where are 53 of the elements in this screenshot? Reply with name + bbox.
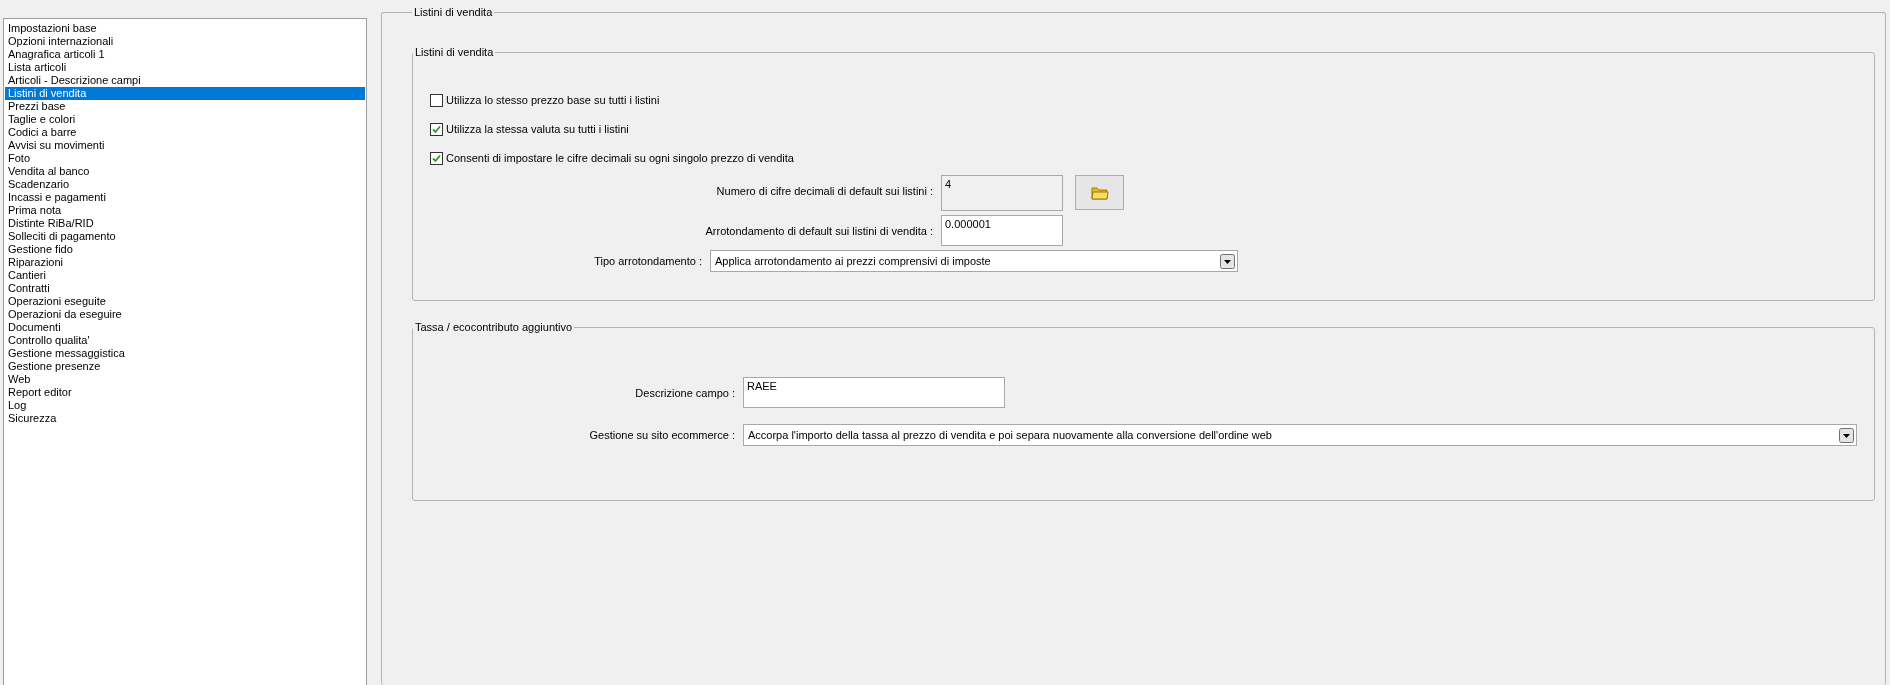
checkbox-label: Utilizza la stessa valuta su tutti i listini: [446, 123, 629, 135]
list-item[interactable]: Gestione messaggistica: [5, 347, 365, 360]
list-item[interactable]: Riparazioni: [5, 256, 365, 269]
group-title: Tassa / ecocontributo aggiuntivo: [414, 321, 574, 333]
field-label: Descrizione campo :: [634, 386, 735, 399]
list-item[interactable]: Gestione presenze: [5, 360, 365, 373]
field-label: Numero di cifre decimali di default sui listini :: [715, 184, 933, 197]
checkbox[interactable]: [430, 122, 443, 136]
checkbox[interactable]: [430, 151, 443, 165]
list-item[interactable]: Gestione fido: [5, 243, 365, 256]
list-item[interactable]: Operazioni da eseguire: [5, 308, 365, 321]
group-title: Listini di vendita: [413, 6, 494, 18]
list-item[interactable]: Codici a barre: [5, 126, 365, 139]
list-item[interactable]: Sicurezza: [5, 412, 365, 425]
list-item[interactable]: Report editor: [5, 386, 365, 399]
dropdown[interactable]: Accorpa l'importo della tassa al prezzo di vendita e poi separa nuovamente alla conversione dell'ordine web: [743, 424, 1857, 446]
list-item[interactable]: Listini di vendita: [5, 87, 365, 100]
field-label: Gestione su sito ecommerce :: [588, 429, 735, 441]
list-item[interactable]: Prezzi base: [5, 100, 365, 113]
group-title: Listini di vendita: [414, 46, 495, 58]
list-item[interactable]: Foto: [5, 152, 365, 165]
list-item[interactable]: Controllo qualita': [5, 334, 365, 347]
list-item[interactable]: Articoli - Descrizione campi: [5, 74, 365, 87]
list-item[interactable]: Opzioni internazionali: [5, 35, 365, 48]
checkbox[interactable]: [430, 93, 443, 107]
list-item[interactable]: Log: [5, 399, 365, 412]
list-item[interactable]: Taglie e colori: [5, 113, 365, 126]
list-item[interactable]: Vendita al banco: [5, 165, 365, 178]
list-item[interactable]: Documenti: [5, 321, 365, 334]
field-label: Tipo arrotondamento :: [593, 255, 702, 267]
list-item[interactable]: Web: [5, 373, 365, 386]
list-item[interactable]: Cantieri: [5, 269, 365, 282]
field-label: Arrotondamento di default sui listini di vendita :: [704, 224, 933, 237]
list-item[interactable]: Solleciti di pagamento: [5, 230, 365, 243]
list-item[interactable]: Scadenzario: [5, 178, 365, 191]
list-item[interactable]: Lista articoli: [5, 61, 365, 74]
list-item[interactable]: Incassi e pagamenti: [5, 191, 365, 204]
folder-icon: [1090, 185, 1109, 200]
dropdown[interactable]: Applica arrotondamento ai prezzi comprensivi di imposte: [710, 250, 1238, 272]
list-item[interactable]: Distinte RiBa/RID: [5, 217, 365, 230]
list-item[interactable]: Anagrafica articoli 1: [5, 48, 365, 61]
checkbox-label: Consenti di impostare le cifre decimali su ogni singolo prezzo di vendita: [446, 152, 794, 164]
list-item[interactable]: Avvisi su movimenti: [5, 139, 365, 152]
checkmark-icon: [432, 153, 441, 163]
list-item[interactable]: Operazioni eseguite: [5, 295, 365, 308]
checkmark-icon: [432, 124, 441, 134]
list-item[interactable]: Prima nota: [5, 204, 365, 217]
list-item[interactable]: Contratti: [5, 282, 365, 295]
input-field[interactable]: 0.000001: [941, 215, 1063, 246]
list-item[interactable]: Impostazioni base: [5, 22, 365, 35]
readonly-field[interactable]: 4: [941, 175, 1063, 211]
input-field[interactable]: RAEE: [743, 377, 1005, 408]
checkbox-label: Utilizza lo stesso prezzo base su tutti i listini: [446, 94, 660, 106]
